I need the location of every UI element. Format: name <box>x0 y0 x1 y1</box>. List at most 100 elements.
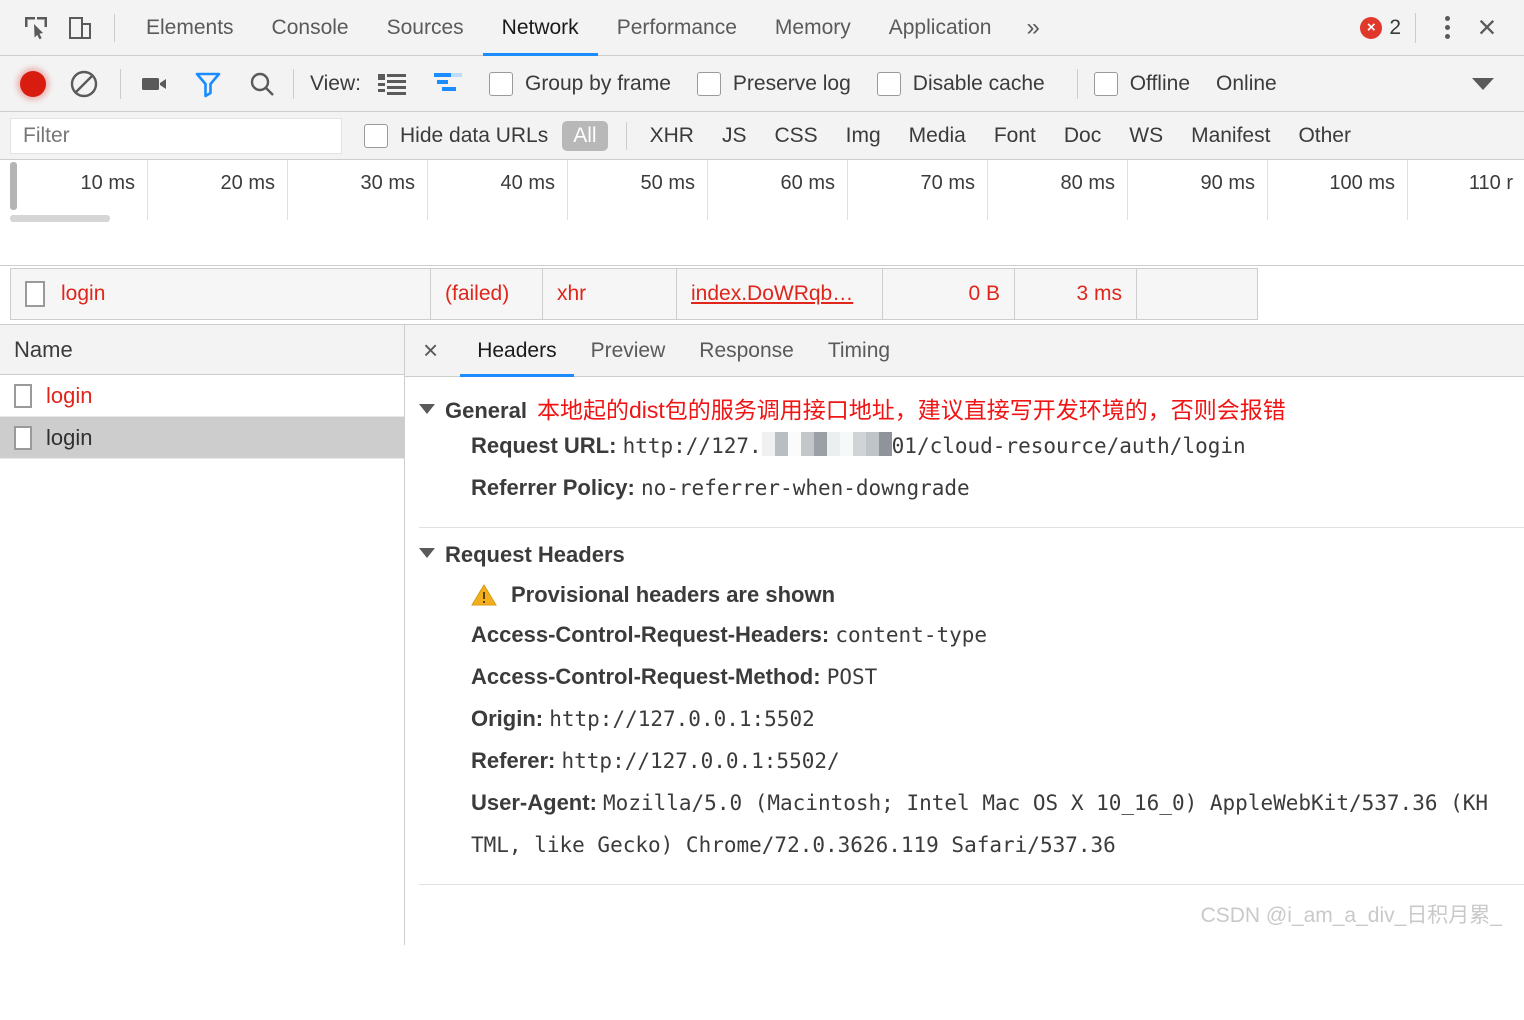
tab-preview[interactable]: Preview <box>574 325 683 377</box>
search-icon[interactable] <box>247 69 277 99</box>
filter-type-doc[interactable]: Doc <box>1053 121 1112 151</box>
section-divider <box>419 884 1524 885</box>
hide-data-urls-checkbox[interactable] <box>364 124 388 148</box>
tab-memory[interactable]: Memory <box>756 0 870 56</box>
filter-type-media[interactable]: Media <box>898 121 977 151</box>
hide-data-urls-label[interactable]: Hide data URLs <box>400 124 548 148</box>
detail-tabbar: × Headers Preview Response Timing <box>405 325 1524 377</box>
tab-elements[interactable]: Elements <box>127 0 253 56</box>
list-item-label: login <box>46 425 92 451</box>
request-initiator-cell[interactable]: index.DoWRqb… <box>677 269 883 319</box>
timeline-tick: 40 ms <box>428 160 568 220</box>
tab-network[interactable]: Network <box>483 0 598 56</box>
list-item[interactable]: login <box>0 417 404 459</box>
list-view-icon[interactable] <box>377 71 407 97</box>
chevron-down-icon[interactable] <box>419 548 435 558</box>
panel-tabs: Elements Console Sources Network Perform… <box>127 0 1055 56</box>
tab-console[interactable]: Console <box>253 0 368 56</box>
timeline-tick: 110 r <box>1408 160 1524 220</box>
error-badge[interactable]: × 2 <box>1360 16 1401 40</box>
request-headers-title: Request Headers <box>445 542 625 568</box>
request-waterfall-cell <box>1137 269 1257 319</box>
group-by-frame-label[interactable]: Group by frame <box>525 72 671 96</box>
header-value: Mozilla/5.0 (Macintosh; Intel Mac OS X 1… <box>471 791 1488 857</box>
online-label[interactable]: Online <box>1216 72 1277 96</box>
initiator-link[interactable]: index.DoWRqb… <box>691 282 853 306</box>
group-by-frame-checkbox[interactable] <box>489 72 513 96</box>
referrer-policy-value: no-referrer-when-downgrade <box>641 476 970 500</box>
request-name: login <box>61 282 105 306</box>
timeline-tick: 30 ms <box>288 160 428 220</box>
chevron-down-icon[interactable] <box>419 404 435 414</box>
camera-icon[interactable] <box>137 67 171 101</box>
more-tabs-button[interactable]: » <box>1010 0 1054 56</box>
referrer-policy-row: Referrer Policy: no-referrer-when-downgr… <box>419 467 1524 509</box>
request-row-login[interactable]: login (failed) xhr index.DoWRqb… 0 B 3 m… <box>10 268 1258 320</box>
header-row: Access-Control-Request-Headers: content-… <box>419 614 1524 656</box>
preserve-log-label[interactable]: Preserve log <box>733 72 851 96</box>
timeline-tick: 60 ms <box>708 160 848 220</box>
request-url-row: Request URL: http://127. 01/cloud-resour… <box>419 425 1524 467</box>
timeline-tick: 80 ms <box>988 160 1128 220</box>
filter-type-js[interactable]: JS <box>711 121 758 151</box>
referrer-policy-label: Referrer Policy: <box>471 475 635 500</box>
tab-sources[interactable]: Sources <box>368 0 483 56</box>
tab-headers[interactable]: Headers <box>460 325 573 377</box>
header-value: http://127.0.0.1:5502 <box>549 707 815 731</box>
more-options-icon[interactable] <box>1430 11 1464 45</box>
tab-response[interactable]: Response <box>682 325 811 377</box>
close-icon[interactable]: × <box>423 335 438 366</box>
tab-timing[interactable]: Timing <box>811 325 907 377</box>
request-size-cell: 0 B <box>883 269 1015 319</box>
filter-input[interactable]: Filter <box>10 118 342 154</box>
funnel-icon[interactable] <box>193 69 223 99</box>
provisional-headers-warning: Provisional headers are shown <box>419 582 1524 608</box>
filter-type-manifest[interactable]: Manifest <box>1180 121 1281 151</box>
tab-performance[interactable]: Performance <box>598 0 756 56</box>
header-name: Access-Control-Request-Method: <box>471 664 821 689</box>
disable-cache-label[interactable]: Disable cache <box>913 72 1045 96</box>
filter-type-all[interactable]: All <box>562 121 607 151</box>
chevron-down-icon[interactable] <box>1472 78 1494 90</box>
general-section-header[interactable]: General 本地起的dist包的服务调用接口地址，建议直接写开发环境的，否则… <box>419 391 1524 425</box>
filter-type-ws[interactable]: WS <box>1118 121 1174 151</box>
waterfall-view-icon[interactable] <box>433 71 463 97</box>
toolbar-divider-2 <box>293 69 294 99</box>
timeline-ruler[interactable]: 10 ms 20 ms 30 ms 40 ms 50 ms 60 ms 70 m… <box>0 160 1524 266</box>
view-label: View: <box>310 72 361 96</box>
column-header-name[interactable]: Name <box>0 325 404 375</box>
clear-icon[interactable] <box>68 68 100 100</box>
preserve-log-checkbox[interactable] <box>697 72 721 96</box>
disable-cache-checkbox[interactable] <box>877 72 901 96</box>
request-overview-strip: login (failed) xhr index.DoWRqb… 0 B 3 m… <box>0 266 1524 324</box>
device-toolbar-icon[interactable] <box>58 6 102 50</box>
record-button[interactable] <box>20 71 46 97</box>
filter-bar: Filter Hide data URLs All XHR JS CSS Img… <box>0 112 1524 160</box>
filter-type-font[interactable]: Font <box>983 121 1047 151</box>
request-headers-header[interactable]: Request Headers <box>419 542 1524 568</box>
warning-triangle-icon <box>471 583 497 607</box>
timeline-tick: 100 ms <box>1268 160 1408 220</box>
provisional-headers-text: Provisional headers are shown <box>511 582 835 608</box>
filter-type-img[interactable]: Img <box>835 121 892 151</box>
document-icon <box>14 384 32 408</box>
header-row: User-Agent: Mozilla/5.0 (Macintosh; Inte… <box>419 782 1524 866</box>
network-split-view: Name login login × Headers Preview Respo… <box>0 324 1524 945</box>
right-divider <box>1415 13 1416 43</box>
inspect-element-icon[interactable] <box>14 6 58 50</box>
network-toolbar: View: Group by frame Preserve log <box>0 56 1524 112</box>
filter-type-xhr[interactable]: XHR <box>639 121 705 151</box>
list-item[interactable]: login <box>0 375 404 417</box>
header-row: Access-Control-Request-Method: POST <box>419 656 1524 698</box>
timeline-tick: 50 ms <box>568 160 708 220</box>
tabbar-divider <box>114 14 115 42</box>
filter-type-css[interactable]: CSS <box>763 121 828 151</box>
tab-application[interactable]: Application <box>870 0 1011 56</box>
close-devtools-icon[interactable]: × <box>1464 5 1510 51</box>
timeline-tick: 70 ms <box>848 160 988 220</box>
request-name-cell[interactable]: login <box>11 269 431 319</box>
offline-label[interactable]: Offline <box>1130 72 1190 96</box>
request-detail-pane: × Headers Preview Response Timing Genera… <box>405 325 1524 945</box>
filter-type-other[interactable]: Other <box>1287 121 1362 151</box>
offline-checkbox[interactable] <box>1094 72 1118 96</box>
